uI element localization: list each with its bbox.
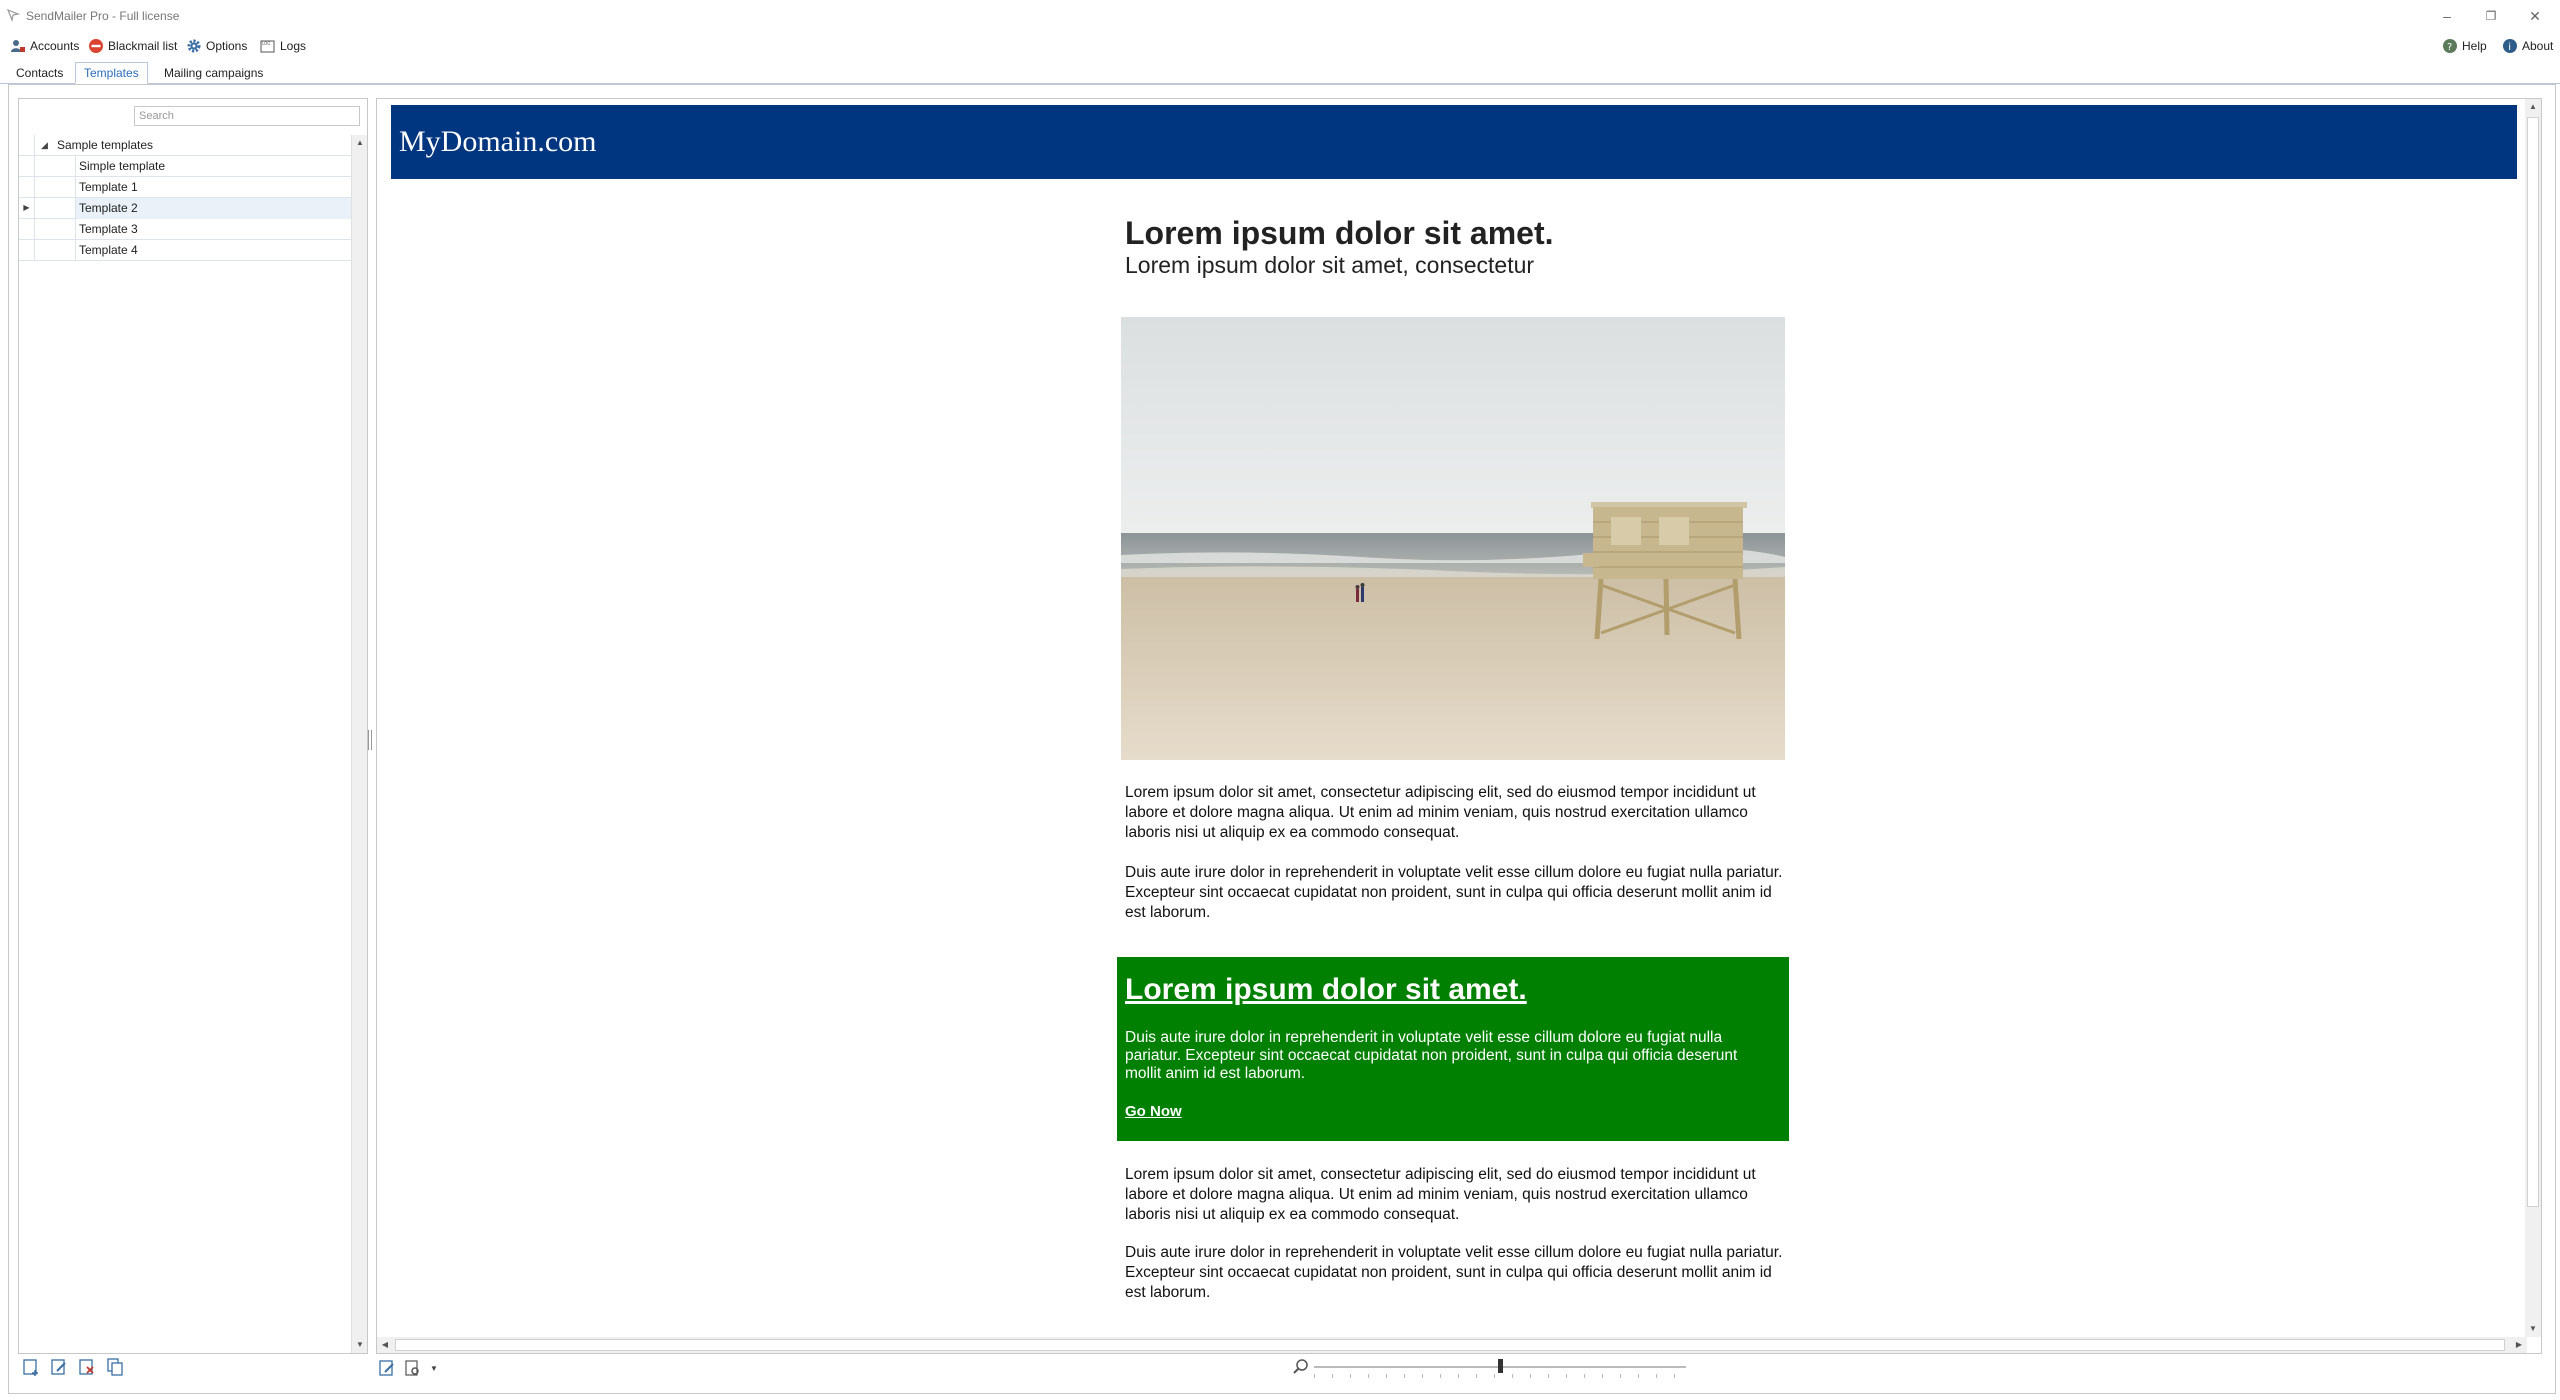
- logs-button[interactable]: LOG Logs: [260, 36, 306, 56]
- email-headline: Lorem ipsum dolor sit amet.: [1125, 215, 1554, 251]
- help-label: Help: [2462, 39, 2487, 53]
- tree-item-label: Template 3: [79, 222, 138, 236]
- tab-mailing-campaigns[interactable]: Mailing campaigns: [156, 64, 271, 84]
- close-button[interactable]: ✕: [2520, 6, 2550, 26]
- blackmail-list-button[interactable]: Blackmail list: [88, 36, 177, 56]
- help-button[interactable]: ? Help: [2442, 36, 2487, 56]
- new-template-icon[interactable]: [22, 1358, 40, 1376]
- current-row-arrow-icon: ▶: [19, 198, 35, 219]
- row-indicator: [19, 240, 35, 261]
- edit-template-icon[interactable]: [50, 1358, 68, 1376]
- templates-panel: ◢ Sample templates Simple template Templ…: [18, 98, 368, 1354]
- scroll-up-arrow-icon[interactable]: ▲: [352, 135, 368, 151]
- tree-item-template-1[interactable]: Template 1: [19, 177, 351, 198]
- tree-item-template-3[interactable]: Template 3: [19, 219, 351, 240]
- preview-options-icon[interactable]: [404, 1359, 422, 1377]
- help-icon: ?: [2443, 39, 2457, 53]
- accounts-icon: [11, 40, 25, 52]
- window-title: SendMailer Pro - Full license: [26, 9, 180, 23]
- zoom-ticks: [1314, 1374, 1686, 1378]
- go-now-link[interactable]: Go Now: [1125, 1103, 1182, 1120]
- tree-item-simple-template[interactable]: Simple template: [19, 156, 351, 177]
- scroll-thumb[interactable]: [395, 1339, 2505, 1351]
- logs-label: Logs: [280, 39, 307, 53]
- row-indicator: [19, 156, 35, 177]
- preview-actions: ▼: [378, 1358, 438, 1378]
- tab-contacts[interactable]: Contacts: [8, 64, 71, 84]
- tree-item-label: Template 2: [79, 201, 138, 215]
- cta-text: Duis aute irure dolor in reprehenderit i…: [1125, 1029, 1738, 1082]
- email-paragraph-4: Duis aute irure dolor in reprehenderit i…: [1125, 1244, 1783, 1301]
- preview-horizontal-scrollbar[interactable]: ◀ ▶: [377, 1337, 2527, 1353]
- blackmail-label: Blackmail list: [108, 39, 178, 53]
- email-paragraph-1: Lorem ipsum dolor sit amet, consectetur …: [1125, 784, 1756, 841]
- cta-title[interactable]: Lorem ipsum dolor sit amet.: [1125, 973, 1527, 1007]
- tree-item-template-2[interactable]: ▶ Template 2: [19, 198, 351, 219]
- tree-item-template-4[interactable]: Template 4: [19, 240, 351, 261]
- tree-item-label: Simple template: [79, 159, 166, 173]
- row-indicator: [19, 177, 35, 198]
- main-toolbar: Accounts Blackmail list Options LOG Logs…: [0, 34, 2560, 58]
- about-button[interactable]: i About: [2502, 36, 2553, 56]
- tree-root-label: Sample templates: [57, 138, 154, 152]
- main-tabs: Contacts Templates Mailing campaigns: [0, 62, 2560, 84]
- svg-text:LOG: LOG: [262, 41, 270, 46]
- preview-vertical-scrollbar[interactable]: ▲ ▼: [2525, 99, 2541, 1337]
- minimize-button[interactable]: –: [2432, 6, 2462, 26]
- options-button[interactable]: Options: [186, 36, 247, 56]
- tree-item-label: Template 1: [79, 180, 138, 194]
- scroll-up-arrow-icon[interactable]: ▲: [2525, 99, 2541, 115]
- svg-text:?: ?: [2447, 42, 2452, 53]
- scroll-left-arrow-icon[interactable]: ◀: [377, 1337, 393, 1353]
- search-input[interactable]: [134, 106, 360, 126]
- template-actions: [22, 1358, 124, 1378]
- svg-text:i: i: [2508, 42, 2511, 53]
- template-preview: MyDomain.com Lorem ipsum dolor sit amet.…: [376, 98, 2542, 1354]
- scroll-thumb[interactable]: [2527, 117, 2539, 1207]
- restore-button[interactable]: ❐: [2476, 6, 2506, 26]
- accounts-label: Accounts: [30, 39, 80, 53]
- tree-item-label: Template 4: [79, 243, 138, 257]
- edit-html-icon[interactable]: [378, 1359, 396, 1377]
- options-label: Options: [206, 39, 248, 53]
- tab-templates[interactable]: Templates: [75, 62, 148, 84]
- email-subheadline: Lorem ipsum dolor sit amet, consectetur: [1125, 252, 1535, 278]
- logs-icon: LOG: [260, 40, 275, 53]
- app-icon: [6, 8, 20, 22]
- scroll-right-arrow-icon[interactable]: ▶: [2511, 1337, 2527, 1353]
- tree-root-row[interactable]: ◢ Sample templates: [19, 135, 351, 156]
- zoom-knob[interactable]: [1498, 1359, 1503, 1373]
- delete-template-icon[interactable]: [78, 1358, 96, 1376]
- beach-photo: [1121, 317, 1785, 760]
- scroll-down-arrow-icon[interactable]: ▼: [2525, 1321, 2541, 1337]
- panel-splitter[interactable]: [368, 730, 372, 750]
- tree-scrollbar[interactable]: ▲ ▼: [351, 135, 367, 1353]
- collapse-icon[interactable]: ◢: [41, 135, 53, 155]
- title-bar: SendMailer Pro - Full license – ❐ ✕: [0, 0, 2560, 32]
- about-label: About: [2522, 39, 2554, 53]
- scroll-down-arrow-icon[interactable]: ▼: [352, 1337, 368, 1353]
- templates-tree: ◢ Sample templates Simple template Templ…: [19, 135, 351, 261]
- email-brand: MyDomain.com: [399, 125, 597, 158]
- row-indicator: [19, 219, 35, 240]
- copy-template-icon[interactable]: [106, 1358, 124, 1376]
- about-icon: i: [2503, 39, 2517, 53]
- dropdown-arrow-icon[interactable]: ▼: [430, 1364, 438, 1373]
- zoom-icon: [1293, 1359, 1308, 1374]
- cta-box: Lorem ipsum dolor sit amet. Duis aute ir…: [1117, 957, 1789, 1141]
- blackmail-icon: [89, 39, 103, 53]
- accounts-button[interactable]: Accounts: [10, 36, 79, 56]
- zoom-slider[interactable]: [1292, 1356, 1692, 1380]
- email-header: MyDomain.com: [391, 105, 2517, 179]
- email-paragraph-3: Lorem ipsum dolor sit amet, consectetur …: [1125, 1166, 1756, 1223]
- email-paragraph-2: Duis aute irure dolor in reprehenderit i…: [1125, 864, 1783, 921]
- row-indicator: [19, 135, 35, 156]
- options-gear-icon: [187, 39, 201, 53]
